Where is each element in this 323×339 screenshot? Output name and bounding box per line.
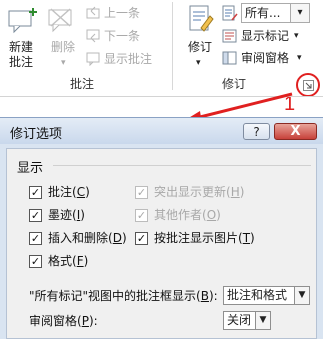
formatting-checkbox[interactable]: ✓ — [29, 255, 42, 268]
dialog-body: 显示 ✓ 批注(C) ✓ 墨迹(I) ✓ 插入和删除(D) ✓ 格式(F) ✓ … — [6, 148, 317, 339]
annotation-circle — [296, 73, 320, 97]
show-markup-button[interactable]: 显示标记 — [241, 28, 289, 44]
show-comments-button[interactable]: 显示批注 — [104, 51, 152, 67]
balloons-select[interactable]: 批注和格式 — [223, 286, 295, 305]
markup-view-icon — [222, 5, 238, 24]
delete-dropdown-icon[interactable]: ▾ — [61, 55, 66, 71]
other-authors-checkbox-label[interactable]: 其他作者(O) — [154, 208, 221, 222]
new-comment-label-2: 批注 — [8, 55, 33, 69]
help-button[interactable]: ? — [243, 123, 270, 140]
new-comment-icon — [6, 6, 38, 37]
new-comment-label: 新建 — [8, 40, 33, 54]
balloons-dropdown-icon[interactable]: ▼ — [294, 286, 310, 305]
show-comments-icon — [86, 52, 102, 69]
highlight-updates-checkbox-label[interactable]: 突出显示更新(H) — [154, 185, 244, 199]
markup-view-select[interactable]: 所有... — [241, 3, 291, 23]
previous-comment-icon — [86, 6, 102, 23]
reviewing-pane-label: 审阅窗格(P): — [29, 314, 98, 328]
dialog-title: 修订选项 — [10, 127, 63, 142]
next-comment-button[interactable]: 下一条 — [104, 28, 140, 44]
show-markup-dropdown-icon[interactable]: ▾ — [294, 28, 299, 44]
ink-checkbox-label[interactable]: 墨迹(I) — [48, 208, 85, 222]
show-markup-icon — [222, 29, 238, 46]
balloons-label: "所有标记"视图中的批注框显示(B): — [29, 289, 218, 303]
group-separator — [172, 2, 173, 90]
insertions-deletions-checkbox-label[interactable]: 插入和删除(D) — [48, 231, 127, 245]
section-divider — [53, 165, 311, 166]
track-changes-button[interactable]: 修订 — [182, 40, 218, 55]
comments-checkbox-label[interactable]: 批注(C) — [48, 185, 90, 199]
track-changes-dropdown-icon[interactable]: ▾ — [196, 55, 201, 71]
formatting-checkbox-label[interactable]: 格式(F) — [48, 254, 88, 268]
reviewing-pane-select[interactable]: 关闭 — [223, 311, 256, 330]
previous-comment-button[interactable]: 上一条 — [104, 5, 140, 21]
other-authors-checkbox[interactable]: ✓ — [135, 209, 148, 222]
reviewing-pane-dropdown-icon[interactable]: ▾ — [297, 50, 302, 66]
reviewing-pane-dropdown-icon[interactable]: ▼ — [255, 311, 271, 330]
markup-view-dropdown-icon[interactable]: ▾ — [290, 3, 310, 23]
close-button[interactable]: X — [274, 123, 317, 140]
next-comment-icon — [86, 29, 102, 46]
highlight-updates-checkbox[interactable]: ✓ — [135, 186, 148, 199]
track-changes-icon — [188, 4, 214, 39]
comments-group-label: 批注 — [70, 77, 95, 91]
track-changes-options-dialog: 修订选项 ? X 显示 ✓ 批注(C) ✓ 墨迹(I) ✓ 插入和删除(D) ✓… — [0, 117, 323, 339]
pictures-by-comments-checkbox[interactable]: ✓ — [135, 232, 148, 245]
show-section-title: 显示 — [17, 161, 44, 176]
delete-button[interactable]: 删除 — [48, 40, 78, 55]
ribbon: 新建 批注 删除 ▾ 上一条 下一条 显示批注 批注 修订 ▾ 所有... ▾ … — [0, 0, 323, 124]
delete-comment-icon — [46, 6, 80, 37]
reviewing-pane-button[interactable]: 审阅窗格 — [241, 50, 289, 66]
dialog-titlebar[interactable]: 修订选项 ? X — [0, 118, 323, 144]
insertions-deletions-checkbox[interactable]: ✓ — [29, 232, 42, 245]
ink-checkbox[interactable]: ✓ — [29, 209, 42, 222]
pictures-by-comments-checkbox-label[interactable]: 按批注显示图片(T) — [154, 231, 255, 245]
new-comment-button[interactable]: 新建 批注 — [4, 40, 38, 70]
comments-checkbox[interactable]: ✓ — [29, 186, 42, 199]
reviewing-pane-icon — [222, 51, 238, 68]
